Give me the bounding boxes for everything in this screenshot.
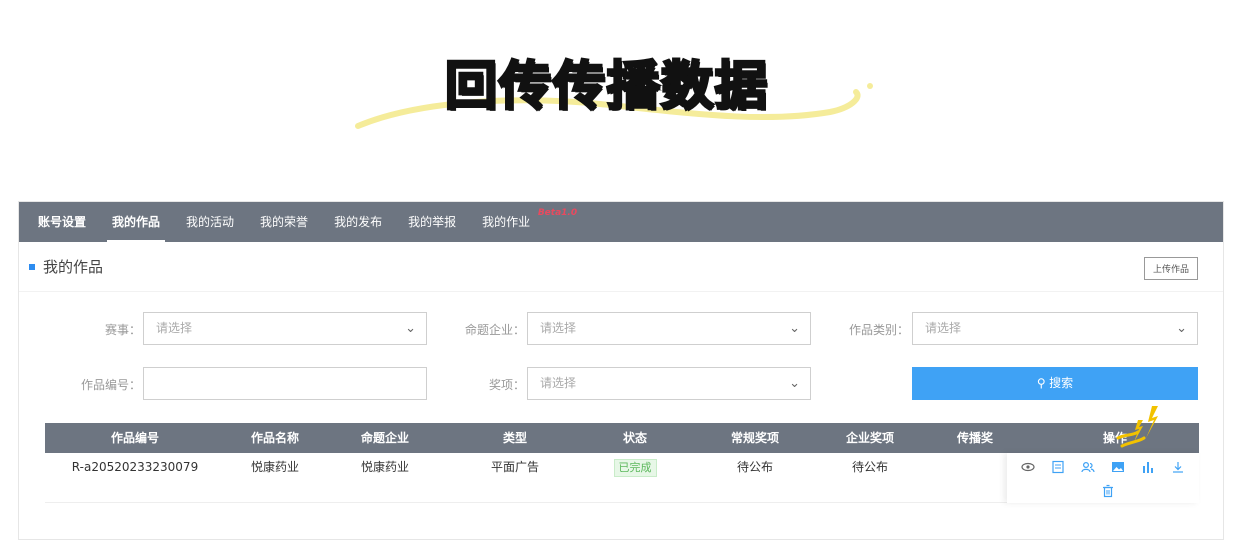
section-header: 我的作品 上传作品 — [19, 242, 1223, 292]
col-work-number: 作品编号 — [110, 431, 159, 445]
banner-title: 回传传播数据 — [443, 56, 770, 119]
company-select-value: 请选择 — [540, 321, 577, 335]
cell-company: 悦康药业 — [360, 460, 409, 474]
chevron-down-icon: ⌄ — [789, 376, 800, 391]
banner: 回传传播数据 — [0, 0, 1242, 200]
cell-status: 已完成 — [585, 453, 685, 481]
col-status: 状态 — [622, 431, 647, 445]
download-icon[interactable] — [1171, 460, 1185, 474]
work-number-input[interactable] — [143, 367, 427, 400]
section-marker-icon — [29, 263, 35, 270]
eye-icon[interactable] — [1021, 460, 1035, 474]
work-number-label: 作品编号： — [80, 378, 141, 392]
col-spread-award: 传播奖 — [956, 431, 993, 445]
award-label: 奖项： — [488, 378, 525, 392]
image-icon[interactable] — [1111, 460, 1125, 474]
search-button[interactable]: ⚲ 搜索 — [912, 367, 1198, 400]
tab-my-reports[interactable]: 我的举报 — [395, 202, 469, 242]
upload-work-button[interactable]: 上传作品 — [1143, 257, 1198, 280]
category-label: 作品类别： — [848, 323, 909, 337]
table-header: 作品编号 作品名称 命题企业 类型 状态 常规奖项 企业奖项 传播奖 操作 — [45, 423, 1199, 453]
users-icon[interactable] — [1081, 460, 1095, 474]
tab-account-settings[interactable]: 账号设置 — [25, 202, 99, 242]
bar-chart-icon[interactable] — [1141, 460, 1155, 474]
section-title: 我的作品 — [43, 258, 104, 276]
cell-company-award: 待公布 — [851, 460, 888, 474]
competition-select-value: 请选择 — [156, 321, 193, 335]
tab-my-homework-label: 我的作业 — [482, 215, 531, 229]
sparkle-icon — [1116, 406, 1158, 448]
status-badge: 已完成 — [613, 459, 657, 477]
col-regular-award: 常规奖项 — [730, 431, 779, 445]
cell-work-number: R-a20520233230079 — [71, 460, 199, 474]
col-company: 命题企业 — [360, 431, 409, 445]
app-panel: 账号设置 我的作品 我的活动 我的荣誉 我的发布 我的举报 我的作业 Beta1… — [18, 201, 1224, 540]
company-select[interactable]: 请选择 ⌄ — [527, 312, 811, 345]
award-select-value: 请选择 — [540, 376, 577, 390]
beta-badge: Beta1.0 — [537, 208, 578, 218]
category-select-value: 请选择 — [925, 321, 962, 335]
search-icon: ⚲ — [1036, 376, 1046, 390]
tab-my-posts[interactable]: 我的发布 — [321, 202, 395, 242]
tab-my-works[interactable]: 我的作品 — [99, 202, 173, 242]
col-work-name: 作品名称 — [250, 431, 299, 445]
table-row: R-a20520233230079 悦康药业 悦康药业 平面广告 已完成 待公布… — [45, 453, 1199, 503]
company-label: 命题企业： — [464, 323, 525, 337]
tab-my-activities[interactable]: 我的活动 — [173, 202, 247, 242]
top-nav: 账号设置 我的作品 我的活动 我的荣誉 我的发布 我的举报 我的作业 Beta1… — [19, 202, 1223, 242]
category-select[interactable]: 请选择 ⌄ — [912, 312, 1198, 345]
col-company-award: 企业奖项 — [845, 431, 894, 445]
cell-work-name: 悦康药业 — [250, 460, 299, 474]
chevron-down-icon: ⌄ — [1176, 321, 1187, 336]
award-select[interactable]: 请选择 ⌄ — [527, 367, 811, 400]
tab-my-honors[interactable]: 我的荣誉 — [247, 202, 321, 242]
tab-my-homework[interactable]: 我的作业 Beta1.0 — [469, 202, 577, 242]
search-button-label: 搜索 — [1049, 376, 1074, 390]
cell-type: 平面广告 — [490, 460, 539, 474]
chevron-down-icon: ⌄ — [789, 321, 800, 336]
document-icon[interactable] — [1051, 460, 1065, 474]
filter-area: 赛事： 请选择 ⌄ 命题企业： 请选择 ⌄ 作品类别： 请选择 ⌄ 作品编号： … — [19, 292, 1223, 422]
competition-label: 赛事： — [104, 323, 141, 337]
trash-icon[interactable] — [1101, 484, 1115, 498]
chevron-down-icon: ⌄ — [405, 321, 416, 336]
actions-panel — [1007, 453, 1199, 503]
cell-regular-award: 待公布 — [736, 460, 773, 474]
competition-select[interactable]: 请选择 ⌄ — [143, 312, 427, 345]
col-type: 类型 — [502, 431, 527, 445]
